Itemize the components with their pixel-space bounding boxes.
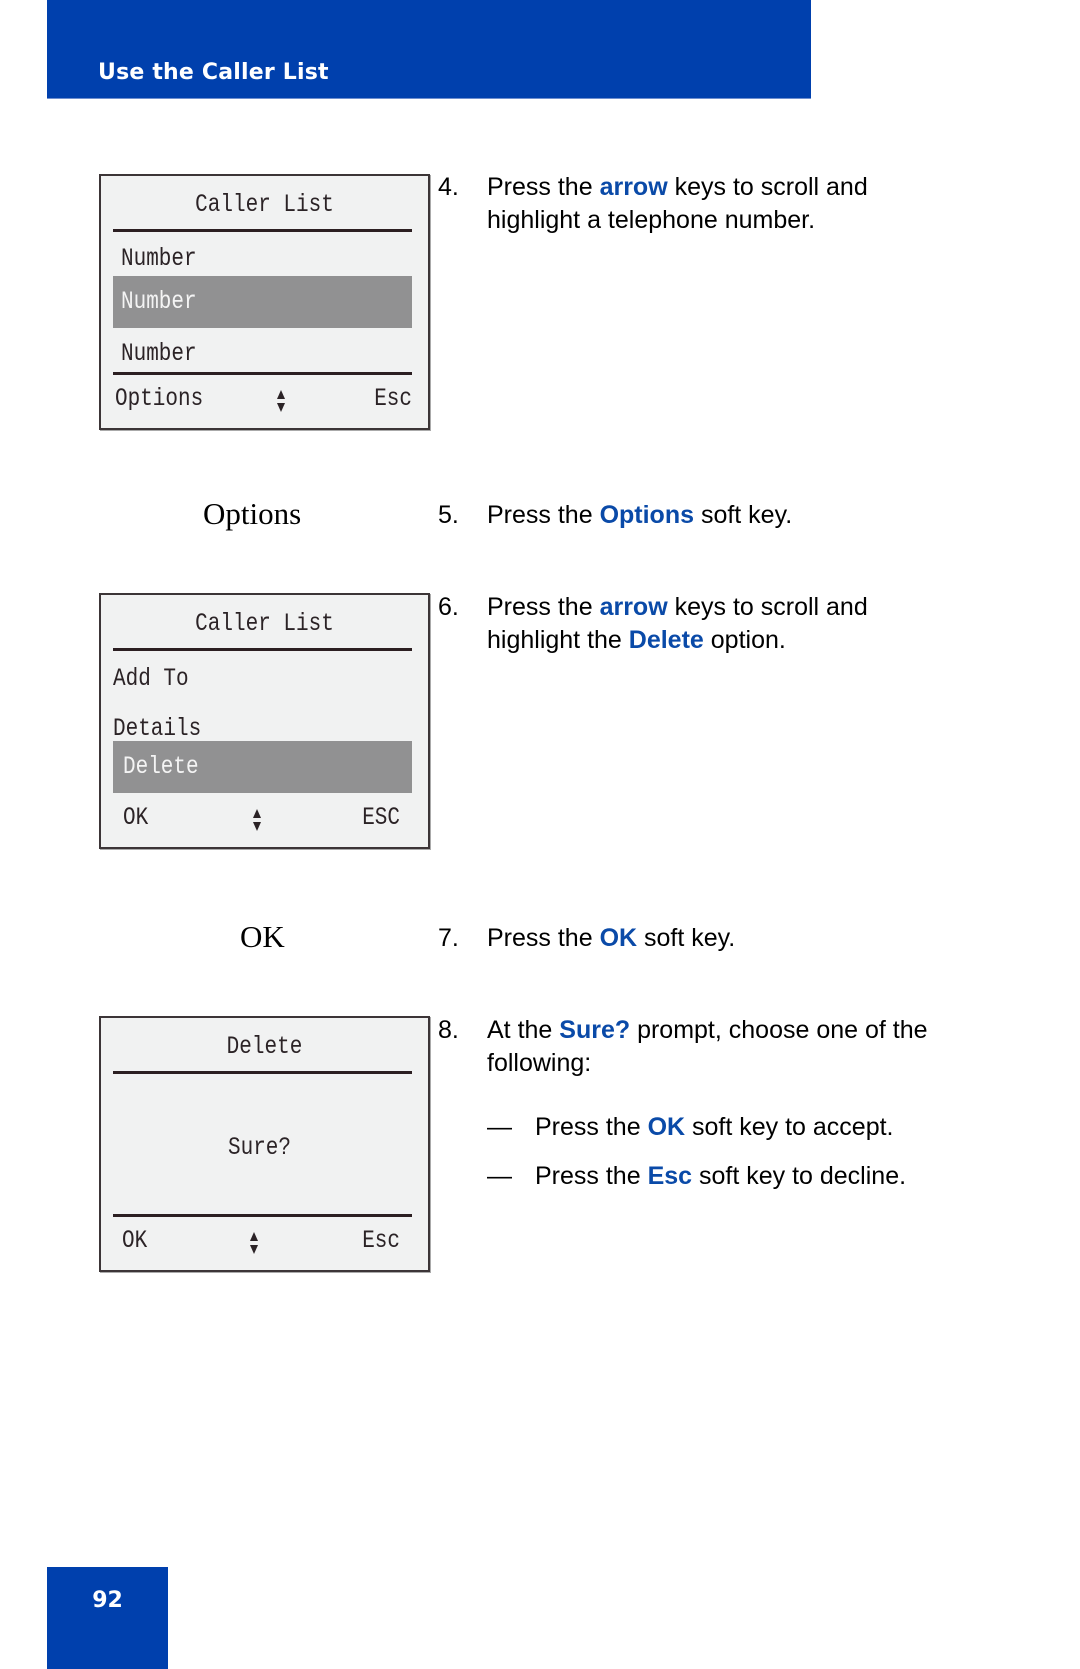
up-down-arrow-icon xyxy=(250,1232,258,1254)
highlight-delete: Delete xyxy=(628,626,704,654)
softkey-esc[interactable]: Esc xyxy=(362,1226,400,1255)
softkey-ok[interactable]: OK xyxy=(122,1226,147,1255)
softkey-esc[interactable]: ESC xyxy=(362,803,400,832)
divider xyxy=(113,648,412,651)
highlight-ok: OK xyxy=(647,1113,686,1141)
section-header-bar: Use the Caller List xyxy=(47,0,811,99)
screen-title: Delete xyxy=(226,1032,303,1061)
softkey-esc[interactable]: Esc xyxy=(374,384,412,413)
softkey-ok[interactable]: OK xyxy=(123,803,148,832)
menu-item-delete-selected[interactable]: Delete xyxy=(113,741,412,793)
highlight-sure: Sure? xyxy=(559,1016,631,1044)
phone-screen-options-menu: Caller List Add To Details Delete OK ESC xyxy=(99,593,430,849)
page-number-box: 92 xyxy=(47,1567,168,1669)
section-title: Use the Caller List xyxy=(98,60,329,85)
divider xyxy=(113,1071,412,1074)
highlight-options: Options xyxy=(599,501,694,529)
divider xyxy=(113,1214,412,1217)
phone-screen-delete-confirm: Delete Sure? OK Esc xyxy=(99,1016,430,1272)
screen-title: Caller List xyxy=(195,609,334,638)
divider xyxy=(113,372,412,375)
menu-item-add-to[interactable]: Add To xyxy=(113,653,412,705)
highlight-arrow: arrow xyxy=(599,593,668,621)
softkey-bar: OK Esc xyxy=(113,1226,412,1262)
ok-key-label: OK xyxy=(240,919,285,954)
options-key-label: Options xyxy=(203,496,302,531)
screen-title: Caller List xyxy=(195,190,334,219)
highlight-arrow: arrow xyxy=(599,173,668,201)
highlight-ok: OK xyxy=(599,924,638,952)
list-item-selected[interactable]: Number xyxy=(113,276,412,328)
softkey-bar: OK ESC xyxy=(113,803,412,839)
softkey-options[interactable]: Options xyxy=(115,384,203,413)
softkey-bar: Options Esc xyxy=(113,384,412,420)
highlight-esc: Esc xyxy=(647,1162,693,1190)
confirm-message: Sure? xyxy=(227,1133,291,1162)
up-down-arrow-icon xyxy=(253,809,261,831)
page-number: 92 xyxy=(92,1588,123,1613)
phone-screen-caller-list: Caller List Number Number Number Options… xyxy=(99,174,430,430)
divider xyxy=(113,229,412,232)
up-down-arrow-icon xyxy=(277,390,285,412)
